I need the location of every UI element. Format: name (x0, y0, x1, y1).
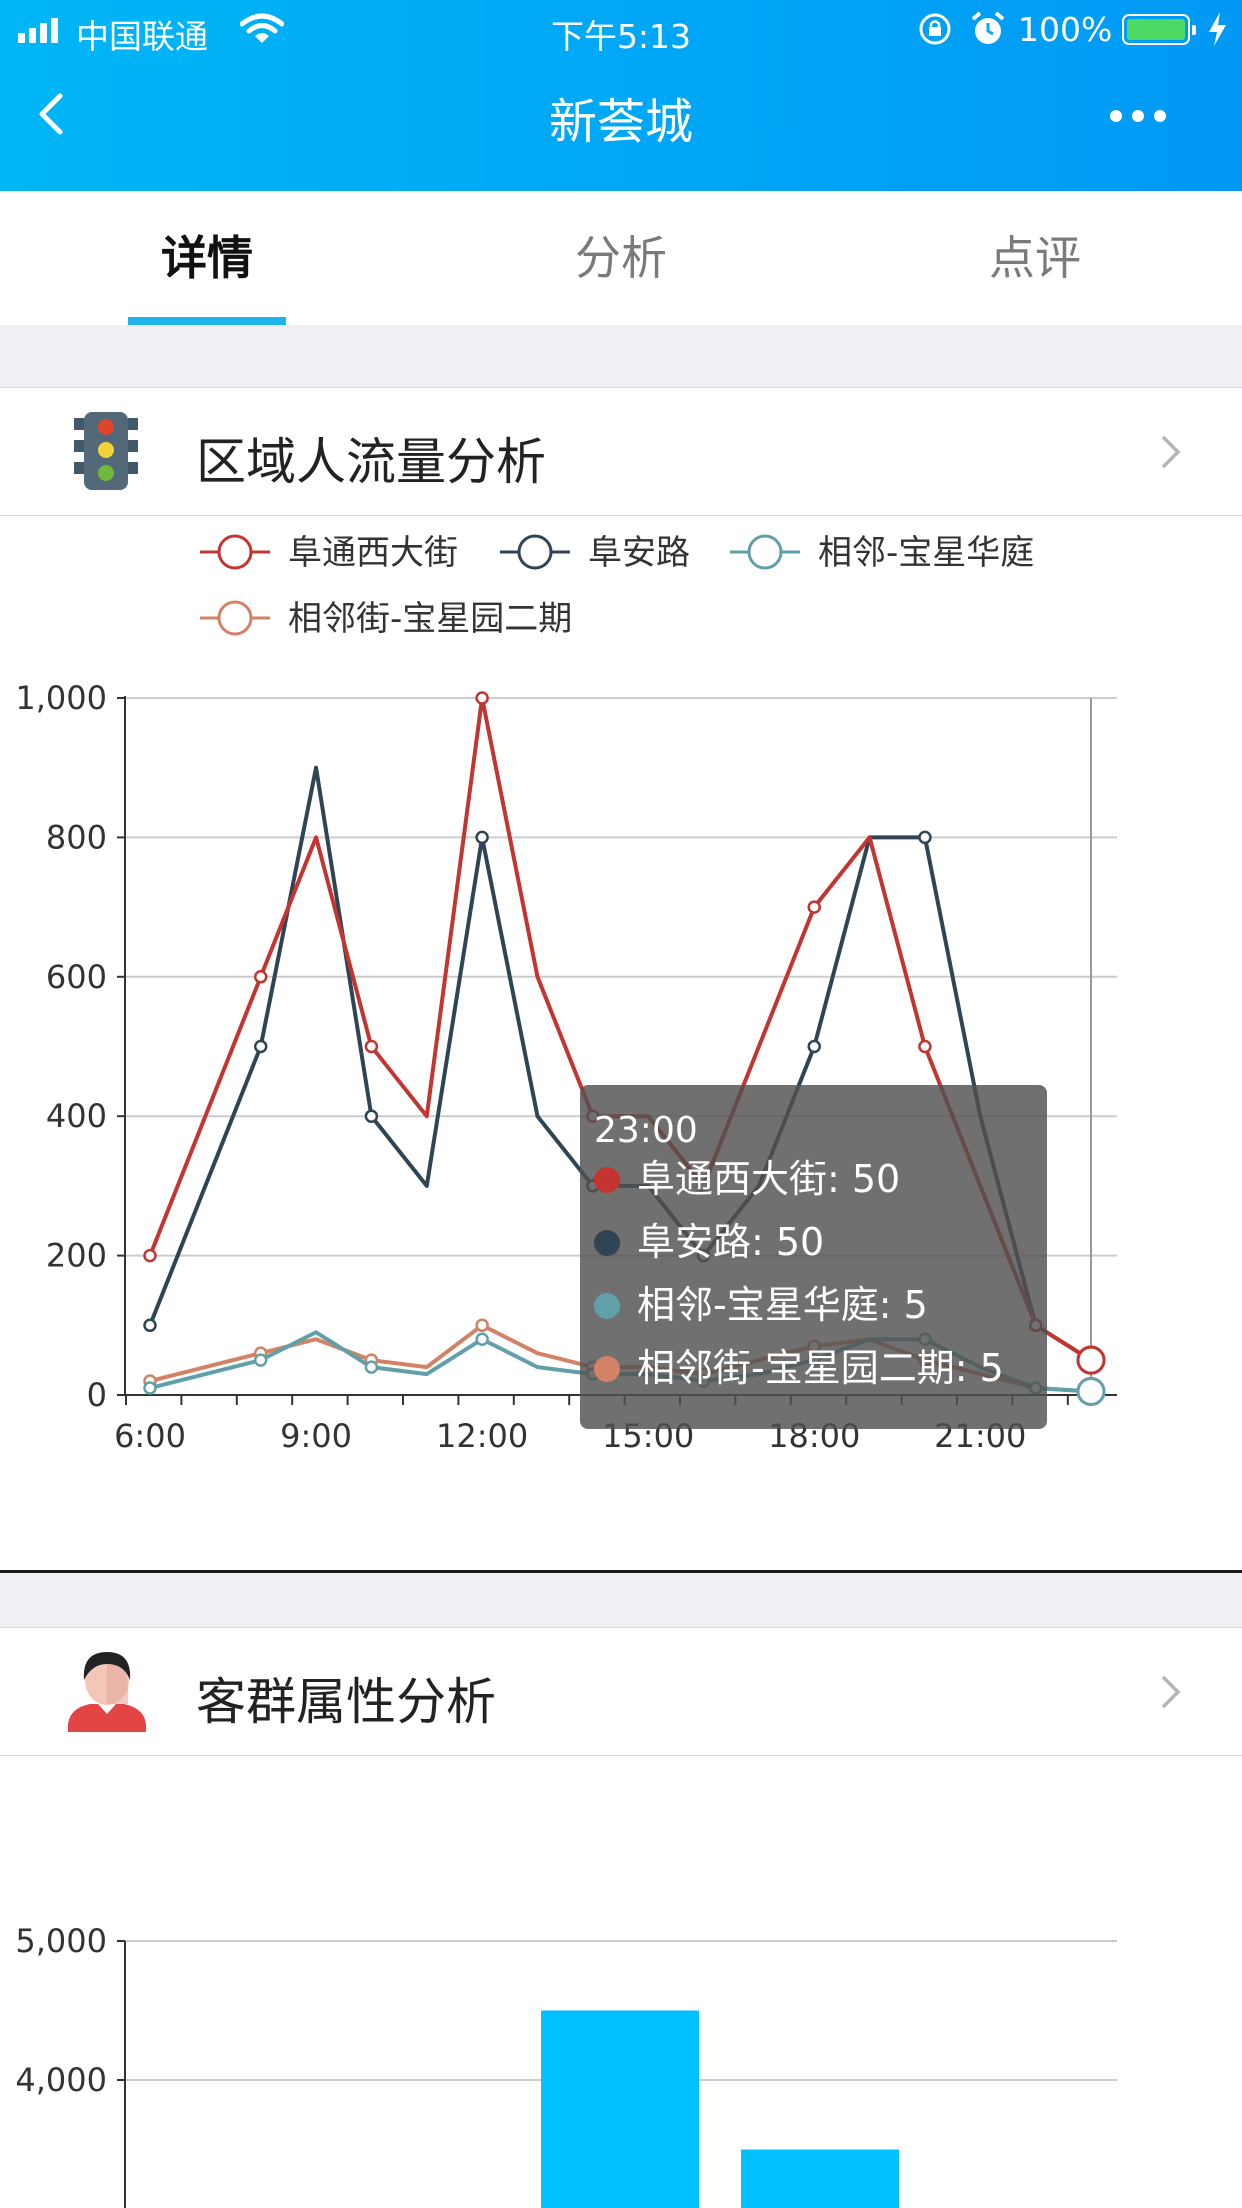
customer-bar-chart: 4,000 5,000 (15, 1922, 1117, 2208)
data-point (918, 830, 932, 845)
chart-tooltip: 23:00 阜通西大街: 50 阜安路: 50 相邻-宝星华庭: 5 相邻街-宝星园二期… (580, 1085, 1047, 1429)
data-point (807, 1039, 821, 1054)
traffic-line-chart: 阜通西大街 阜安路 相邻-宝星华庭相邻街-宝星园二期 0 200 400 600 800 1,0… (15, 533, 1117, 1455)
tab-bar: 详情 分析 点评 (0, 191, 1242, 325)
more-dots-icon[interactable] (1110, 96, 1182, 136)
tooltip-marker (594, 1230, 620, 1256)
legend-item: 相邻街-宝星园二期 (200, 599, 572, 639)
x-tick-label: 9:00 (280, 1417, 352, 1455)
legend-label: 相邻街-宝星园二期 (288, 599, 572, 639)
person-avatar-icon (68, 1652, 146, 1732)
legend-label: 阜通西大街 (288, 533, 458, 573)
data-point (253, 970, 268, 984)
y-tick-label: 600 (46, 958, 107, 996)
page-title: 新荟城 (548, 94, 693, 150)
tab-analysis[interactable]: 分析 (414, 191, 828, 325)
traffic-section-header[interactable]: 区域人流量分析 (0, 388, 1242, 516)
data-point (807, 900, 821, 914)
data-point (143, 1318, 157, 1333)
data-point (475, 691, 489, 705)
bar (741, 2149, 899, 2208)
tooltip-marker (594, 1293, 620, 1319)
y-tick-label: 4,000 (15, 2061, 107, 2099)
tab-details[interactable]: 详情 (0, 191, 414, 325)
tooltip-title: 23:00 (594, 1110, 698, 1151)
customer-section-header[interactable]: 客群属性分析 (0, 1628, 1242, 1756)
tooltip-line: 相邻街-宝星园二期: 5 (637, 1346, 1004, 1390)
battery-percent: 100% (1018, 10, 1113, 49)
app-header: 中国联通 下午5:13 100% 新荟城 (0, 0, 1242, 191)
tab-active-indicator (128, 317, 286, 325)
data-point (364, 1360, 379, 1374)
legend-item: 阜安路 (500, 533, 690, 573)
legend-item: 相邻-宝星华庭 (730, 533, 1034, 573)
traffic-light-icon (74, 412, 138, 490)
legend-marker (747, 534, 783, 570)
data-point (918, 1039, 932, 1054)
legend-marker (217, 600, 253, 636)
tooltip-line: 阜安路: 50 (637, 1220, 824, 1264)
data-point (364, 1039, 379, 1054)
legend-label: 相邻-宝星华庭 (818, 533, 1034, 573)
alarm-icon (971, 11, 1005, 44)
section-title: 客群属性分析 (196, 1673, 496, 1731)
y-tick-label: 1,000 (15, 679, 107, 717)
x-tick-label: 12:00 (436, 1417, 528, 1455)
tooltip-marker (594, 1356, 620, 1382)
status-bar: 中国联通 下午5:13 100% (0, 0, 1242, 62)
section-spacer (0, 325, 1242, 388)
highlight-point (1076, 1345, 1106, 1375)
tooltip-line: 阜通西大街: 50 (637, 1157, 900, 1201)
tooltip-marker (594, 1167, 620, 1193)
data-point (143, 1248, 157, 1263)
section-title: 区域人流量分析 (196, 433, 546, 491)
y-tick-label: 200 (46, 1237, 107, 1275)
data-point (475, 830, 489, 845)
y-tick-label: 800 (46, 818, 107, 856)
chevron-right-icon[interactable] (1150, 1672, 1190, 1712)
section-spacer (0, 1573, 1242, 1628)
y-tick-label: 5,000 (15, 1922, 107, 1960)
chevron-right-icon[interactable] (1150, 432, 1190, 472)
data-point (364, 1109, 379, 1123)
y-tick-label: 0 (87, 1376, 107, 1414)
tab-reviews[interactable]: 点评 (828, 191, 1242, 325)
y-tick-label: 400 (46, 1097, 107, 1135)
bar (541, 2010, 699, 2208)
data-point (253, 1039, 268, 1054)
legend-item: 阜通西大街 (200, 533, 458, 573)
x-tick-label: 6:00 (114, 1417, 186, 1455)
legend-marker (517, 534, 553, 570)
tooltip-line: 相邻-宝星华庭: 5 (637, 1283, 928, 1327)
data-point (143, 1381, 157, 1395)
legend-marker (217, 534, 253, 570)
data-point (475, 1332, 489, 1346)
battery-icon (1122, 14, 1196, 45)
legend-label: 阜安路 (588, 533, 690, 573)
data-point (475, 1318, 489, 1333)
rotation-lock-icon (919, 13, 951, 45)
highlight-point (1076, 1377, 1106, 1407)
charging-bolt-icon (1209, 12, 1226, 46)
data-point (253, 1353, 268, 1367)
